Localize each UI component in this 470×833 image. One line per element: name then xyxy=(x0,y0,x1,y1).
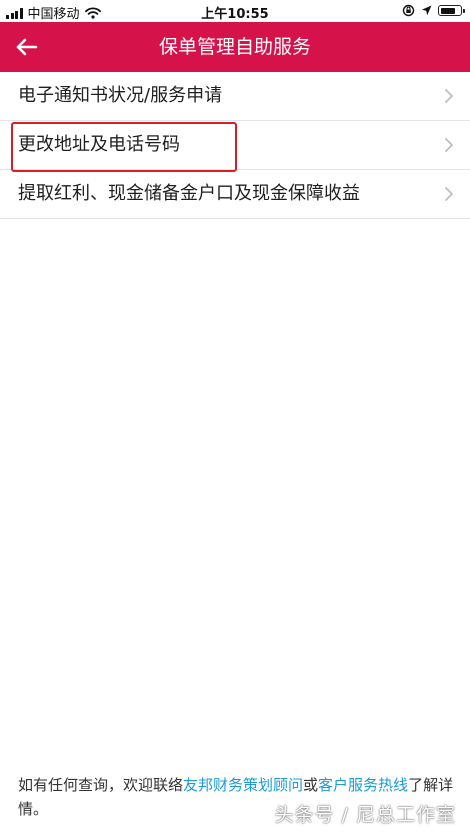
status-bar: 中国移动 上午10:55 xyxy=(0,0,470,22)
chevron-right-icon xyxy=(445,138,453,152)
watermark: 头条号 / 尼总工作室 xyxy=(274,804,456,826)
menu-item-change-address-phone[interactable]: 更改地址及电话号码 xyxy=(0,121,470,170)
page-title: 保单管理自助服务 xyxy=(158,36,311,58)
menu-item-label: 更改地址及电话号码 xyxy=(18,134,180,155)
battery-icon xyxy=(438,5,465,16)
footer-text: 如有任何查询，欢迎联络 xyxy=(18,776,184,794)
menu-item-withdraw-dividends[interactable]: 提取红利、现金储备金户口及现金保障收益 xyxy=(0,170,470,219)
location-arrow-icon xyxy=(421,5,432,16)
chevron-right-icon xyxy=(445,89,453,103)
battery-fill xyxy=(440,7,455,14)
menu-item-e-notice[interactable]: 电子通知书状况/服务申请 xyxy=(0,72,470,121)
service-menu: 电子通知书状况/服务申请 更改地址及电话号码 提取红利、现金储备金户口及现金保障… xyxy=(0,72,470,219)
chevron-right-icon xyxy=(445,187,453,201)
menu-item-label: 提取红利、现金储备金户口及现金保障收益 xyxy=(18,183,360,204)
status-time: 上午10:55 xyxy=(201,7,269,22)
app-header: 保单管理自助服务 xyxy=(0,22,470,72)
orientation-lock-icon xyxy=(402,4,415,17)
customer-service-hotline-link[interactable]: 客户服务热线 xyxy=(318,776,408,794)
menu-item-label: 电子通知书状况/服务申请 xyxy=(18,85,223,106)
back-arrow-icon xyxy=(16,38,38,56)
footer-text: 或 xyxy=(303,776,319,794)
back-button[interactable] xyxy=(14,35,42,59)
financial-advisor-link[interactable]: 友邦财务策划顾问 xyxy=(183,776,303,794)
status-right xyxy=(402,4,465,17)
